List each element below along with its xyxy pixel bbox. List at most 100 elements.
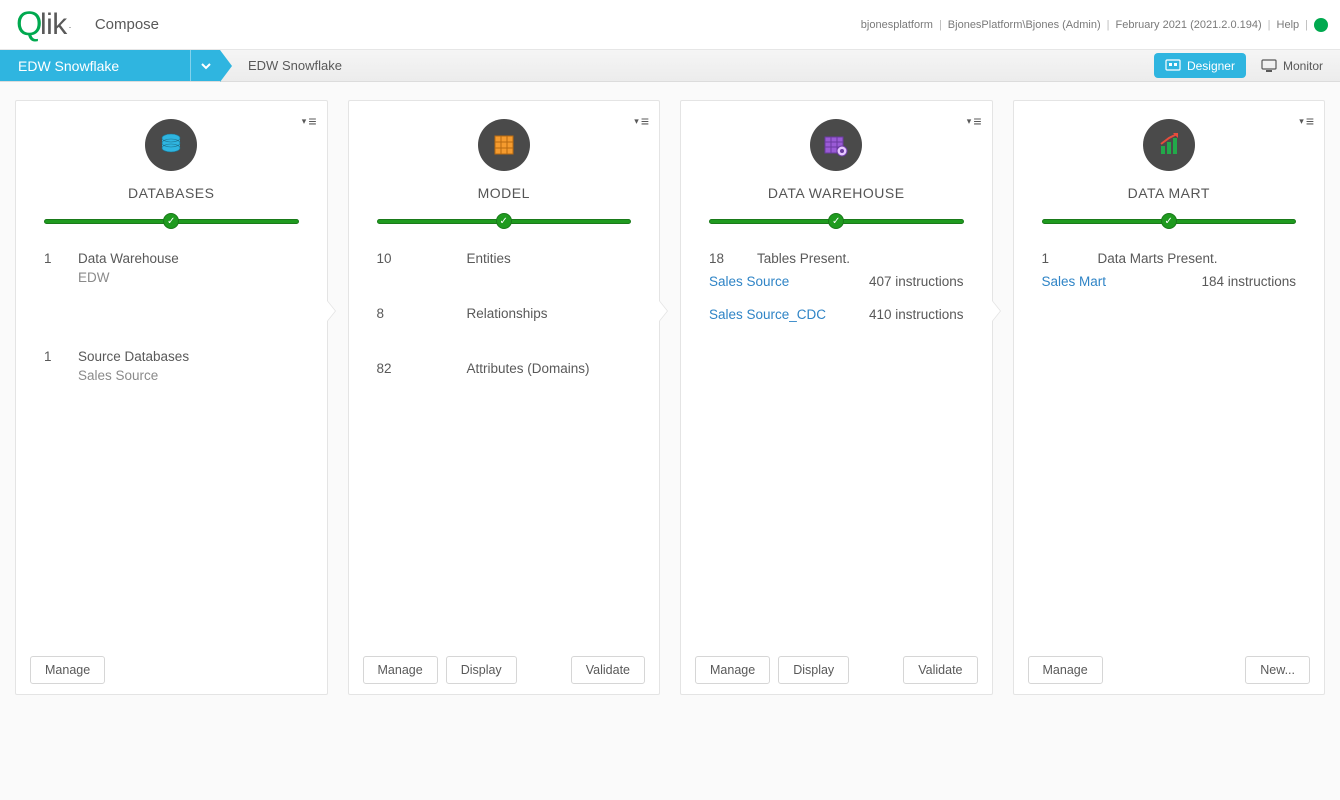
- breadcrumb-dropdown[interactable]: [190, 50, 220, 81]
- card-footer: Manage New...: [1014, 646, 1325, 694]
- display-button[interactable]: Display: [778, 656, 849, 684]
- caret-down-icon: ▾: [634, 116, 639, 127]
- dw-count: 1: [44, 251, 78, 266]
- tables-count: 18: [709, 251, 757, 266]
- card-menu-dw[interactable]: ▾≡: [967, 113, 980, 129]
- manage-button[interactable]: Manage: [695, 656, 770, 684]
- manage-button[interactable]: Manage: [1028, 656, 1103, 684]
- dw-source-link[interactable]: Sales Source: [709, 274, 789, 289]
- logo: Qlik.: [16, 5, 71, 44]
- card-databases: ▾≡ DATABASES ✓ 1 Data Warehouse: [15, 100, 328, 695]
- card-header: DATA WAREHOUSE: [681, 101, 992, 201]
- designer-icon: [1165, 59, 1181, 73]
- src-sublabel: Sales Source: [78, 368, 299, 383]
- designer-mode-label: Designer: [1187, 59, 1235, 73]
- monitor-icon: [1261, 59, 1277, 73]
- display-button[interactable]: Display: [446, 656, 517, 684]
- card-body: 10 Entities 8 Relationships 82 Attribute…: [349, 229, 660, 646]
- marts-count: 1: [1042, 251, 1098, 266]
- check-icon: ✓: [1161, 213, 1177, 229]
- user-label[interactable]: BjonesPlatform\Bjones (Admin): [948, 19, 1101, 31]
- warehouse-icon: [810, 119, 862, 171]
- new-button[interactable]: New...: [1245, 656, 1310, 684]
- manage-button[interactable]: Manage: [30, 656, 105, 684]
- check-icon: ✓: [496, 213, 512, 229]
- attr-count: 82: [377, 361, 467, 376]
- entities-label: Entities: [467, 251, 511, 266]
- caret-down-icon: ▾: [1299, 116, 1304, 127]
- card-menu-databases[interactable]: ▾≡: [302, 113, 315, 129]
- progress-bar: ✓: [1042, 219, 1297, 229]
- card-title: MODEL: [478, 185, 530, 201]
- attr-label: Attributes (Domains): [467, 361, 590, 376]
- card-header: DATABASES: [16, 101, 327, 201]
- progress-bar: ✓: [377, 219, 632, 229]
- card-footer: Manage: [16, 646, 327, 694]
- validate-button[interactable]: Validate: [903, 656, 977, 684]
- src-label: Source Databases: [78, 349, 189, 364]
- card-title: DATA MART: [1128, 185, 1210, 201]
- platform-label[interactable]: bjonesplatform: [861, 19, 933, 31]
- logo-trademark: .: [69, 20, 71, 30]
- logo-q-icon: Q: [16, 5, 42, 44]
- logo-text: lik: [40, 8, 67, 42]
- card-header: MODEL: [349, 101, 660, 201]
- breadcrumb-primary[interactable]: EDW Snowflake: [0, 50, 190, 81]
- menu-lines-icon: ≡: [308, 113, 314, 129]
- card-menu-model[interactable]: ▾≡: [634, 113, 647, 129]
- card-data-mart: ▾≡ DATA MART ✓ 1 Data Marts Present.: [1013, 100, 1326, 695]
- card-footer: Manage Display Validate: [681, 646, 992, 694]
- app-header: Qlik. Compose bjonesplatform | BjonesPla…: [0, 0, 1340, 50]
- model-icon: [478, 119, 530, 171]
- tables-label: Tables Present.: [757, 251, 850, 266]
- separator: |: [939, 19, 942, 31]
- marts-label: Data Marts Present.: [1098, 251, 1218, 266]
- header-right: bjonesplatform | BjonesPlatform\Bjones (…: [861, 18, 1328, 32]
- card-body: 1 Data Warehouse EDW 1 Source Databases …: [16, 229, 327, 646]
- data-mart-icon: [1143, 119, 1195, 171]
- chevron-down-icon: [200, 60, 212, 72]
- dm-sales-mart-meta: 184 instructions: [1201, 274, 1296, 289]
- mode-switcher: Designer Monitor: [1154, 50, 1340, 81]
- rel-count: 8: [377, 306, 467, 321]
- dw-source-meta: 407 instructions: [869, 274, 964, 289]
- monitor-mode-button[interactable]: Monitor: [1250, 53, 1334, 78]
- card-body: 18 Tables Present. Sales Source 407 inst…: [681, 229, 992, 646]
- designer-mode-button[interactable]: Designer: [1154, 53, 1246, 78]
- menu-lines-icon: ≡: [641, 113, 647, 129]
- entities-count: 10: [377, 251, 467, 266]
- breadcrumb-secondary[interactable]: EDW Snowflake: [220, 50, 360, 81]
- card-title: DATABASES: [128, 185, 214, 201]
- progress-bar: ✓: [709, 219, 964, 229]
- menu-lines-icon: ≡: [973, 113, 979, 129]
- check-icon: ✓: [828, 213, 844, 229]
- check-icon: ✓: [163, 213, 179, 229]
- help-link[interactable]: Help: [1277, 19, 1300, 31]
- card-body: 1 Data Marts Present. Sales Mart 184 ins…: [1014, 229, 1325, 646]
- progress-bar: ✓: [44, 219, 299, 229]
- separator: |: [1107, 19, 1110, 31]
- dm-sales-mart-link[interactable]: Sales Mart: [1042, 274, 1107, 289]
- breadcrumb-bar: EDW Snowflake EDW Snowflake Designer Mon…: [0, 50, 1340, 82]
- dw-source-cdc-link[interactable]: Sales Source_CDC: [709, 307, 826, 322]
- manage-button[interactable]: Manage: [363, 656, 438, 684]
- card-title: DATA WAREHOUSE: [768, 185, 905, 201]
- rel-label: Relationships: [467, 306, 548, 321]
- version-label: February 2021 (2021.2.0.194): [1116, 19, 1262, 31]
- dw-sublabel: EDW: [78, 270, 299, 285]
- card-data-warehouse: ▾≡ DATA WAREHOUSE ✓ 18: [680, 100, 993, 695]
- app-name: Compose: [95, 16, 159, 33]
- validate-button[interactable]: Validate: [571, 656, 645, 684]
- card-menu-dm[interactable]: ▾≡: [1299, 113, 1312, 129]
- caret-down-icon: ▾: [302, 116, 307, 127]
- card-header: DATA MART: [1014, 101, 1325, 201]
- src-count: 1: [44, 349, 78, 364]
- workspace: ▾≡ DATABASES ✓ 1 Data Warehouse: [0, 82, 1340, 713]
- card-model: ▾≡ MODEL ✓ 10 Entities: [348, 100, 661, 695]
- monitor-mode-label: Monitor: [1283, 59, 1323, 73]
- database-icon: [145, 119, 197, 171]
- notifications-icon[interactable]: [1314, 18, 1328, 32]
- separator: |: [1268, 19, 1271, 31]
- breadcrumb-primary-label: EDW Snowflake: [18, 58, 119, 74]
- card-footer: Manage Display Validate: [349, 646, 660, 694]
